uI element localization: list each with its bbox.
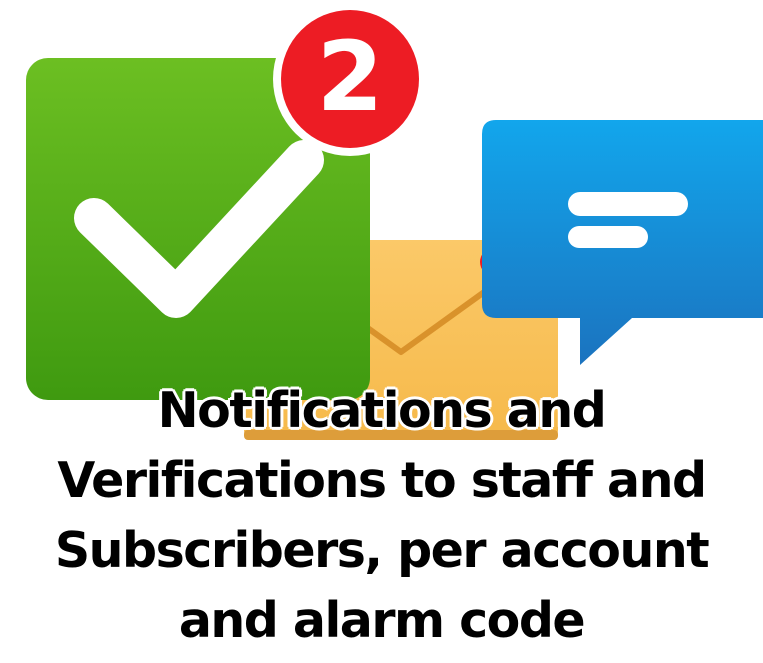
chat-bubble-icon [482,120,763,365]
caption-line-2: Verifications to staff and [57,452,707,509]
caption-line-1: Notifications and [157,382,607,439]
notification-badge: 2 [281,10,419,148]
caption-line-3: Subscribers, per account [54,522,710,579]
caption-line-4: and alarm code [178,592,586,649]
caption-text: Notifications and Verifications to staff… [0,376,763,656]
notification-count: 2 [316,21,384,133]
graphic-canvas: 2 Notifications and Verifications to sta… [0,0,763,663]
